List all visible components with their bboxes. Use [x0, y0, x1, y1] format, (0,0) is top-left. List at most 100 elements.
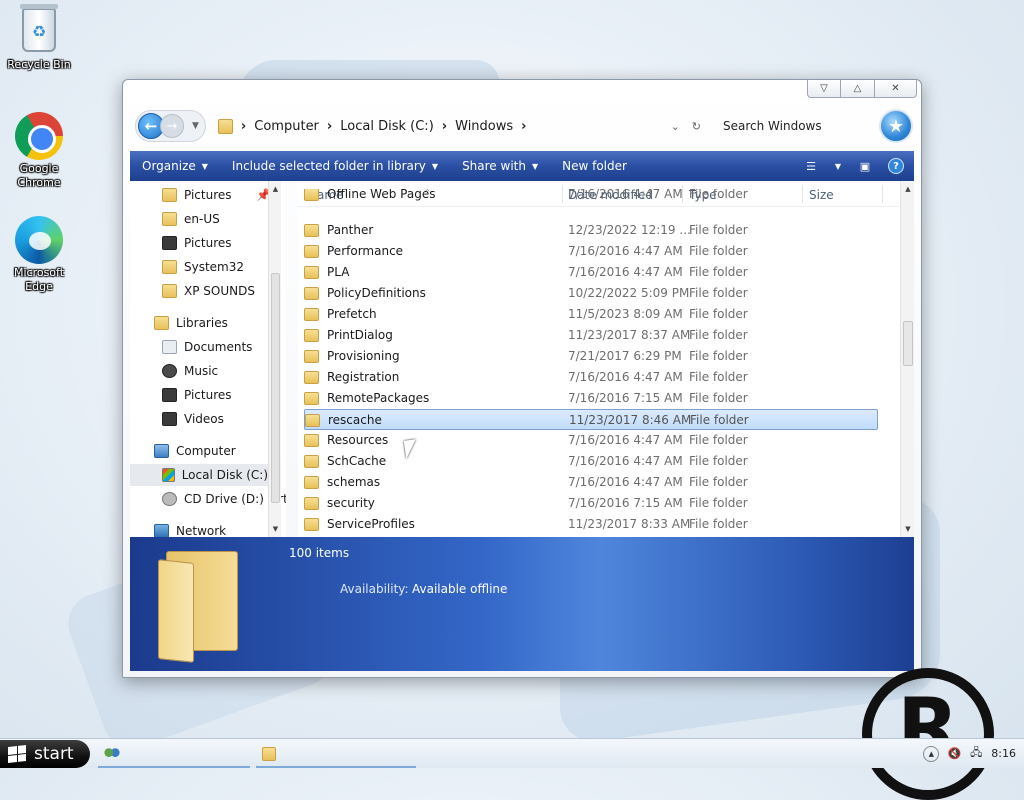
folder-icon	[304, 433, 319, 447]
caret-down-icon[interactable]: ▼	[834, 159, 842, 173]
file-name: security	[327, 496, 375, 510]
file-row[interactable]: Prefetch 11/5/2023 8:09 AM File folder	[304, 304, 878, 325]
scrollbar-thumb[interactable]	[271, 273, 280, 503]
file-name: ServiceProfiles	[327, 517, 415, 531]
file-row[interactable]: SchCache 7/16/2016 4:47 AM File folder	[304, 451, 878, 472]
file-row[interactable]: Resources 7/16/2016 4:47 AM File folder	[304, 430, 878, 451]
nav-item-pictures[interactable]: Pictures	[162, 184, 232, 206]
file-type: File folder	[689, 223, 748, 237]
nav-item-label: XP SOUNDS	[184, 284, 255, 298]
nav-item-music[interactable]: Music	[162, 360, 218, 382]
file-row[interactable]: Provisioning 7/21/2017 6:29 PM File folder	[304, 346, 878, 367]
start-button[interactable]: start	[0, 740, 90, 768]
breadcrumb-local-disk[interactable]: Local Disk (C:)	[340, 119, 433, 134]
scroll-up-arrow[interactable]: ▲	[269, 185, 282, 193]
edge-icon	[15, 216, 63, 264]
scroll-down-arrow[interactable]: ▼	[269, 525, 282, 533]
address-bar[interactable]: › Computer › Local Disk (C:) › Windows ›…	[217, 113, 713, 139]
nav-item-documents[interactable]: Documents	[162, 336, 252, 358]
scroll-down-arrow[interactable]: ▼	[901, 525, 914, 533]
folder-icon	[162, 188, 177, 202]
help-icon[interactable]: ?	[888, 158, 904, 174]
clock[interactable]: 8:16	[991, 747, 1016, 760]
breadcrumb-separator[interactable]: ›	[442, 119, 447, 134]
favorites-star-button[interactable]: ★	[879, 109, 913, 143]
file-row[interactable]: RemotePackages 7/16/2016 7:15 AM File fold…	[304, 388, 878, 409]
nav-item-pictures-library[interactable]: Pictures	[162, 384, 232, 406]
file-name: Panther	[327, 223, 374, 237]
file-name-cell: Registration	[304, 370, 399, 384]
breadcrumb-separator[interactable]: ›	[521, 119, 526, 134]
file-name-cell: Panther	[304, 223, 373, 237]
nav-item-libraries[interactable]: Libraries	[154, 312, 228, 334]
maximize-button[interactable]: △	[841, 80, 875, 98]
folder-icon	[162, 284, 177, 298]
search-input[interactable]: Search Windows	[713, 114, 873, 138]
file-row[interactable]: rescache 11/23/2017 8:46 AM File folder	[304, 409, 878, 430]
libraries-icon	[154, 316, 169, 330]
breadcrumb-computer[interactable]: Computer	[254, 119, 319, 134]
scroll-up-arrow[interactable]: ▲	[901, 185, 914, 193]
breadcrumb-separator[interactable]: ›	[327, 119, 332, 134]
file-row[interactable]: ServiceProfiles 11/23/2017 8:33 AM File fo…	[304, 514, 878, 535]
taskbar-button-explorer[interactable]	[256, 742, 416, 768]
show-hidden-icons-button[interactable]: ▲	[923, 745, 940, 762]
nav-item-system32[interactable]: System32	[162, 256, 244, 278]
nav-item-network[interactable]: Network	[154, 520, 226, 537]
availability-value: Available offline	[412, 582, 508, 596]
column-divider[interactable]	[882, 185, 883, 203]
desktop-icon-label: Microsoft Edge	[13, 266, 65, 293]
network-status-icon[interactable]: 🖧	[969, 746, 983, 761]
nav-item-xp-sounds[interactable]: XP SOUNDS	[162, 280, 255, 302]
view-options-icon[interactable]: ☰	[802, 159, 820, 173]
forward-button[interactable]: →	[160, 114, 184, 138]
file-name-cell: ServiceProfiles	[304, 517, 415, 531]
taskbar-button-users[interactable]	[98, 742, 250, 768]
desktop-icon-chrome[interactable]: Google Chrome	[2, 112, 76, 190]
file-row[interactable]: Panther 12/23/2022 12:19 ... File folder	[304, 220, 878, 241]
nav-pane-scrollbar[interactable]: ▲ ▼	[268, 181, 281, 537]
nav-item-label: Videos	[184, 412, 224, 426]
nav-item-computer[interactable]: Computer	[154, 440, 236, 462]
nav-item-en-us[interactable]: en-US	[162, 208, 220, 230]
file-row[interactable]: Registration 7/16/2016 4:47 AM File folder	[304, 367, 878, 388]
breadcrumb-separator[interactable]: ›	[241, 119, 246, 134]
file-row[interactable]: security 7/16/2016 7:15 AM File folder	[304, 493, 878, 514]
refresh-icon[interactable]: ↻	[692, 120, 701, 133]
desktop-icon-edge[interactable]: Microsoft Edge	[2, 216, 76, 294]
folder-icon	[304, 189, 319, 201]
preview-pane-icon[interactable]: ▣	[856, 159, 874, 173]
new-folder-button[interactable]: New folder	[550, 159, 639, 173]
minimize-button[interactable]: ▽	[807, 80, 841, 98]
large-folder-icon	[158, 547, 240, 663]
scrollbar-thumb[interactable]	[903, 321, 913, 366]
chevron-down-icon[interactable]: ⌄	[671, 120, 680, 133]
file-name-cell: schemas	[304, 475, 380, 489]
file-row[interactable]: PolicyDefinitions 10/22/2022 5:09 PM File …	[304, 283, 878, 304]
nav-item-videos[interactable]: Videos	[162, 408, 224, 430]
breadcrumb-windows[interactable]: Windows	[455, 119, 513, 134]
organize-button[interactable]: Organize ▼	[130, 159, 220, 173]
desktop-icon-recycle-bin[interactable]: Recycle Bin	[2, 4, 76, 72]
nav-item-local-disk[interactable]: Local Disk (C:)	[130, 464, 268, 486]
folder-icon	[304, 244, 319, 258]
include-in-library-button[interactable]: Include selected folder in library ▼	[220, 159, 450, 173]
nav-item-pictures[interactable]: Pictures	[162, 232, 232, 254]
recent-pages-dropdown[interactable]: ▼	[192, 121, 199, 131]
share-with-button[interactable]: Share with ▼	[450, 159, 550, 173]
file-list-scrollbar[interactable]: ▲ ▼	[900, 181, 914, 537]
file-date-modified: 7/16/2016 4:47 AM	[568, 244, 683, 258]
file-name-cell: Resources	[304, 433, 388, 447]
start-label: start	[34, 744, 74, 764]
volume-muted-icon[interactable]: 🔇	[947, 747, 961, 761]
music-icon	[162, 364, 177, 378]
file-row[interactable]: schemas 7/16/2016 4:47 AM File folder	[304, 472, 878, 493]
close-button[interactable]: ✕	[875, 80, 917, 98]
file-row[interactable]: PLA 7/16/2016 4:47 AM File folder	[304, 262, 878, 283]
folder-icon	[304, 391, 319, 405]
file-row[interactable]: PrintDialog 11/23/2017 8:37 AM File folder	[304, 325, 878, 346]
nav-item-label: en-US	[184, 212, 220, 226]
address-row: ← → ▼ › Computer › Local Disk (C:) › Win…	[135, 106, 913, 146]
file-type: File folder	[689, 265, 748, 279]
file-row[interactable]: Performance 7/16/2016 4:47 AM File folder	[304, 241, 878, 262]
